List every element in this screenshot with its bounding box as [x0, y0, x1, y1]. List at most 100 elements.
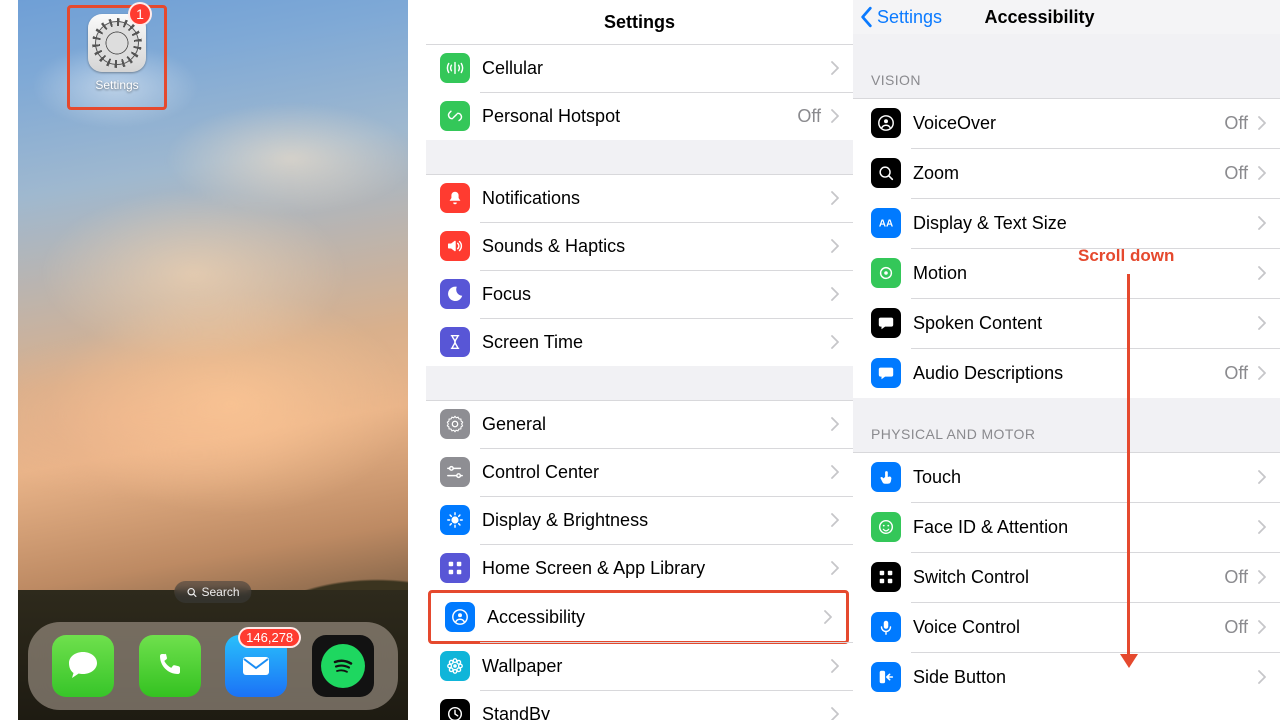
side-button-icon [871, 662, 901, 692]
dock-phone-app[interactable] [139, 635, 201, 697]
accessibility-list[interactable]: VISION VoiceOver Off Zoom Off Display & … [853, 34, 1280, 702]
section-header-vision: VISION [853, 34, 1280, 98]
row-side-button[interactable]: Side Button [853, 652, 1280, 702]
row-notifications[interactable]: Notifications [426, 174, 853, 222]
row-label: Display & Brightness [482, 510, 823, 531]
row-audio-descriptions[interactable]: Audio Descriptions Off [853, 348, 1280, 398]
row-label: Personal Hotspot [482, 106, 797, 127]
chevron-icon [1258, 166, 1266, 180]
row-control-center[interactable]: Control Center [426, 448, 853, 496]
row-label: Display & Text Size [913, 213, 1250, 234]
list-separator [426, 366, 853, 400]
chevron-icon [1258, 366, 1266, 380]
nav-bar: Settings [426, 0, 853, 44]
chevron-icon [824, 610, 832, 624]
row-label: Control Center [482, 462, 823, 483]
voice-control-icon [871, 612, 901, 642]
annotation-settings-highlight: 1 Settings [67, 5, 167, 110]
row-touch[interactable]: Touch [853, 452, 1280, 502]
mail-badge: 146,278 [238, 627, 301, 648]
dock-spotify-app[interactable] [312, 635, 374, 697]
row-label: Switch Control [913, 567, 1224, 588]
row-label: Sounds & Haptics [482, 236, 823, 257]
row-label: General [482, 414, 823, 435]
chevron-back-icon [859, 6, 875, 28]
settings-screen: Settings Cellular Personal Hotspot Off N… [426, 0, 853, 720]
chevron-icon [1258, 116, 1266, 130]
row-label: Home Screen & App Library [482, 558, 823, 579]
annotation-scroll-arrow [1122, 274, 1136, 668]
row-wallpaper[interactable]: Wallpaper [426, 642, 853, 690]
chevron-icon [831, 707, 839, 720]
control-center-icon [440, 457, 470, 487]
spoken-content-icon [871, 308, 901, 338]
chevron-icon [1258, 470, 1266, 484]
row-home-screen[interactable]: Home Screen & App Library [426, 544, 853, 592]
back-button[interactable]: Settings [859, 0, 942, 34]
dock-mail-app[interactable]: 146,278 [225, 635, 287, 697]
search-icon [186, 587, 197, 598]
sounds-icon [440, 231, 470, 261]
row-label: Audio Descriptions [913, 363, 1224, 384]
search-label: Search [201, 585, 239, 599]
chevron-icon [831, 109, 839, 123]
accessibility-screen: Settings Accessibility VISION VoiceOver … [853, 0, 1280, 720]
row-value: Off [1224, 617, 1248, 638]
chevron-icon [831, 335, 839, 349]
row-switch-control[interactable]: Switch Control Off [853, 552, 1280, 602]
cellular-icon [440, 53, 470, 83]
row-voice-control[interactable]: Voice Control Off [853, 602, 1280, 652]
row-label: VoiceOver [913, 113, 1224, 134]
motion-icon [871, 258, 901, 288]
row-label: Spoken Content [913, 313, 1250, 334]
row-faceid[interactable]: Face ID & Attention [853, 502, 1280, 552]
touch-icon [871, 462, 901, 492]
row-value: Off [1224, 163, 1248, 184]
annotation-scroll-label: Scroll down [1078, 246, 1208, 266]
back-label: Settings [877, 7, 942, 28]
chevron-icon [1258, 520, 1266, 534]
row-spoken-content[interactable]: Spoken Content [853, 298, 1280, 348]
chevron-icon [1258, 620, 1266, 634]
spotlight-search[interactable]: Search [174, 581, 251, 603]
audio-descriptions-icon [871, 358, 901, 388]
row-label: Wallpaper [482, 656, 823, 677]
home-screen-icon [440, 553, 470, 583]
chevron-icon [831, 287, 839, 301]
zoom-icon [871, 158, 901, 188]
chevron-icon [1258, 670, 1266, 684]
row-screen-time[interactable]: Screen Time [426, 318, 853, 366]
chevron-icon [831, 417, 839, 431]
row-cellular[interactable]: Cellular [426, 44, 853, 92]
notifications-icon [440, 183, 470, 213]
row-zoom[interactable]: Zoom Off [853, 148, 1280, 198]
nav-bar: Settings Accessibility [853, 0, 1280, 34]
accessibility-icon [445, 602, 475, 632]
standby-icon [440, 699, 470, 720]
general-icon [440, 409, 470, 439]
row-focus[interactable]: Focus [426, 270, 853, 318]
row-standby[interactable]: StandBy [426, 690, 853, 720]
screen-time-icon [440, 327, 470, 357]
dock-messages-app[interactable] [52, 635, 114, 697]
mail-icon [236, 646, 276, 686]
settings-list[interactable]: Cellular Personal Hotspot Off Notificati… [426, 44, 853, 720]
chevron-icon [831, 239, 839, 253]
row-label: Side Button [913, 667, 1250, 688]
row-motion[interactable]: Motion [853, 248, 1280, 298]
row-general[interactable]: General [426, 400, 853, 448]
row-value: Off [1224, 113, 1248, 134]
chevron-icon [831, 513, 839, 527]
row-label: Screen Time [482, 332, 823, 353]
row-display-brightness[interactable]: Display & Brightness [426, 496, 853, 544]
row-label: Accessibility [487, 607, 816, 628]
row-display-text[interactable]: Display & Text Size [853, 198, 1280, 248]
section-header-motor: PHYSICAL AND MOTOR [853, 398, 1280, 452]
chevron-icon [831, 561, 839, 575]
row-accessibility[interactable]: Accessibility [431, 593, 846, 641]
row-sounds[interactable]: Sounds & Haptics [426, 222, 853, 270]
dock: 146,278 [28, 622, 398, 710]
row-label: Face ID & Attention [913, 517, 1250, 538]
row-voiceover[interactable]: VoiceOver Off [853, 98, 1280, 148]
row-personal-hotspot[interactable]: Personal Hotspot Off [426, 92, 853, 140]
